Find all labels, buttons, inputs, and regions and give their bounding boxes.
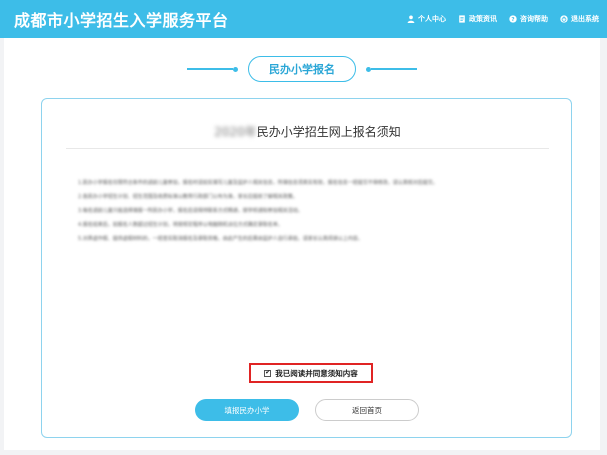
nav-label: 个人中心 [418, 15, 446, 23]
top-nav: 个人中心 政策资讯 ? 咨询帮助 退出系统 [407, 14, 599, 24]
notice-paragraph: 4.报名结束后，如报名人数超过招生计划，将按规定程序以电脑随机派位方式确定录取名… [78, 222, 283, 228]
document-icon [458, 15, 466, 23]
agree-checkbox-row[interactable]: ✔ 我已阅读并同意须知内容 [249, 363, 373, 383]
nav-label: 政策资讯 [469, 15, 497, 23]
nav-personal-center[interactable]: 个人中心 [407, 14, 446, 24]
notice-card: 2020年民办小学招生网上报名须知 1.民办小学报名仅限符合条件的适龄儿童参加，… [41, 98, 572, 438]
notice-paragraph: 5.对弄虚作假、提供虚假材料的，一经查实取消报名及录取资格，由此产生的后果由监护… [78, 236, 363, 242]
notice-paragraph: 1.民办小学报名仅限符合条件的适龄儿童参加，报名时请如实填写儿童及监护人相关信息… [78, 180, 438, 186]
svg-text:?: ? [511, 17, 514, 23]
nav-help[interactable]: ? 咨询帮助 [509, 14, 548, 24]
notice-title: 2020年民办小学招生网上报名须知 [42, 123, 573, 140]
nav-label: 退出系统 [571, 15, 599, 23]
nav-logout[interactable]: 退出系统 [560, 14, 599, 24]
section-title-pill: 民办小学报名 [248, 56, 356, 82]
decorative-line-left [187, 66, 238, 72]
agree-checkbox[interactable]: ✔ [264, 369, 272, 377]
user-icon [407, 15, 415, 23]
nav-label: 咨询帮助 [520, 15, 548, 23]
decorative-line-right [366, 66, 417, 72]
notice-title-year: 2020年 [214, 125, 257, 139]
notice-title-text: 民办小学招生网上报名须知 [256, 125, 401, 139]
fill-private-school-button[interactable]: 填报民办小学 [195, 399, 299, 421]
section-heading: 民办小学报名 [4, 55, 600, 83]
help-icon: ? [509, 15, 517, 23]
divider [66, 148, 549, 149]
notice-paragraph: 2.各民办小学招生计划、招生范围及收费标准以教育行政部门公布为准，家长应提前了解… [78, 194, 298, 200]
notice-paragraph: 3.每名适龄儿童只能选择填报一所民办小学，报名后请保持联系方式畅通，按学校通知参… [78, 208, 303, 214]
main-panel: 民办小学报名 2020年民办小学招生网上报名须知 1.民办小学报名仅限符合条件的… [4, 38, 600, 450]
back-home-button[interactable]: 返回首页 [315, 399, 419, 421]
logout-icon [560, 15, 568, 23]
notice-body: 1.民办小学报名仅限符合条件的适龄儿童参加，报名时请如实填写儿童及监护人相关信息… [68, 179, 548, 249]
top-header: 成都市小学招生入学服务平台 个人中心 政策资讯 ? 咨询帮助 退出系统 [0, 0, 607, 38]
agree-label: 我已阅读并同意须知内容 [275, 368, 358, 378]
app-title: 成都市小学招生入学服务平台 [14, 11, 229, 30]
nav-policy-news[interactable]: 政策资讯 [458, 14, 497, 24]
